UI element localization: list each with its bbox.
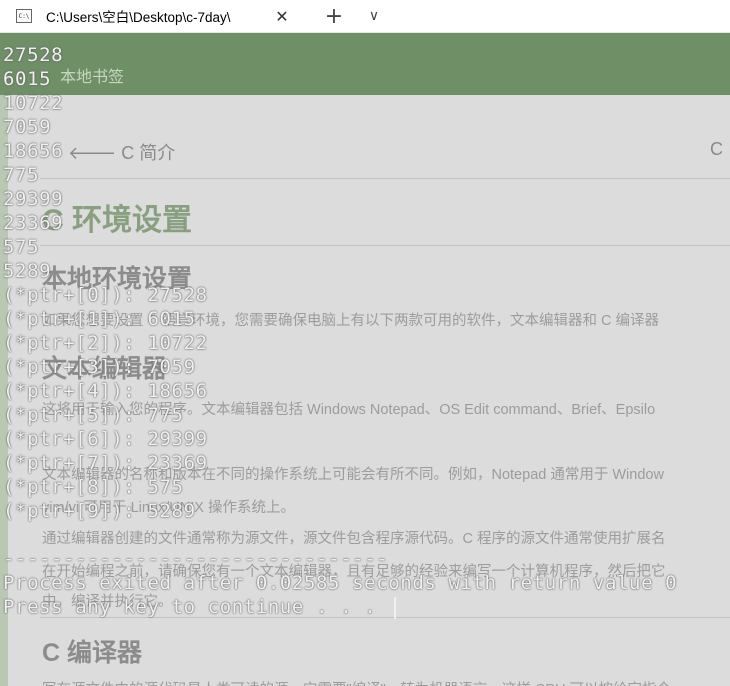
console-window-icon: C:\ xyxy=(16,9,32,23)
output-value: 575 xyxy=(3,236,40,258)
output-value: 23369 xyxy=(3,212,64,234)
new-tab-icon[interactable]: + xyxy=(322,4,346,29)
output-value: 18656 xyxy=(3,140,64,162)
ptr-output-line: (*ptr+[5]): 775 xyxy=(3,404,184,426)
ptr-output-line: (*ptr+[3]): 7059 xyxy=(3,356,196,378)
output-value: 6015 xyxy=(3,68,52,90)
tab-title: C:\Users\空白\Desktop\c-7day\ xyxy=(46,10,231,25)
ptr-output-line: (*ptr+[2]): 10722 xyxy=(3,332,208,354)
output-value: 10722 xyxy=(3,92,64,114)
ptr-output-line: (*ptr+[0]): 27528 xyxy=(3,284,208,306)
terminal-tab[interactable]: C:\ C:\Users\空白\Desktop\c-7day\ ✕ xyxy=(0,0,300,32)
window-titlebar: C:\ C:\Users\空白\Desktop\c-7day\ ✕ + ∨ xyxy=(0,0,730,33)
output-value: 5289 xyxy=(3,260,52,282)
close-tab-icon[interactable]: ✕ xyxy=(272,6,292,26)
section-heading-compiler: C 编译器 xyxy=(42,639,143,667)
tab-dropdown-icon[interactable]: ∨ xyxy=(362,4,386,28)
ptr-output-line: (*ptr+[7]): 23369 xyxy=(3,452,208,474)
press-key-prompt[interactable]: Press any key to continue . . . xyxy=(0,595,730,619)
ptr-output-line: (*ptr+[9]): 5289 xyxy=(3,500,196,522)
separator-line: -------------------------------- xyxy=(3,548,389,570)
ptr-output-line: (*ptr+[1]): 6015 xyxy=(3,308,196,330)
process-exit-message: Process exited after 0.02585 seconds wit… xyxy=(3,572,678,594)
output-value: 29399 xyxy=(3,188,64,210)
output-value: 27528 xyxy=(3,44,64,66)
output-value: 7059 xyxy=(3,116,52,138)
press-key-text: Press any key to continue . . . xyxy=(3,596,389,618)
console-output: 27528 6015 10722 7059 18656 775 29399 23… xyxy=(0,43,730,619)
ptr-output-line: (*ptr+[4]): 18656 xyxy=(3,380,208,402)
text-cursor xyxy=(394,596,397,619)
ptr-output-line: (*ptr+[8]): 575 xyxy=(3,476,184,498)
section-text: 写在源文件中的源代码是人类可读的源。它需要"编译"，转为机器语言，这样 CPU … xyxy=(42,678,671,686)
output-value: 775 xyxy=(3,164,40,186)
ptr-output-line: (*ptr+[6]): 29399 xyxy=(3,428,208,450)
